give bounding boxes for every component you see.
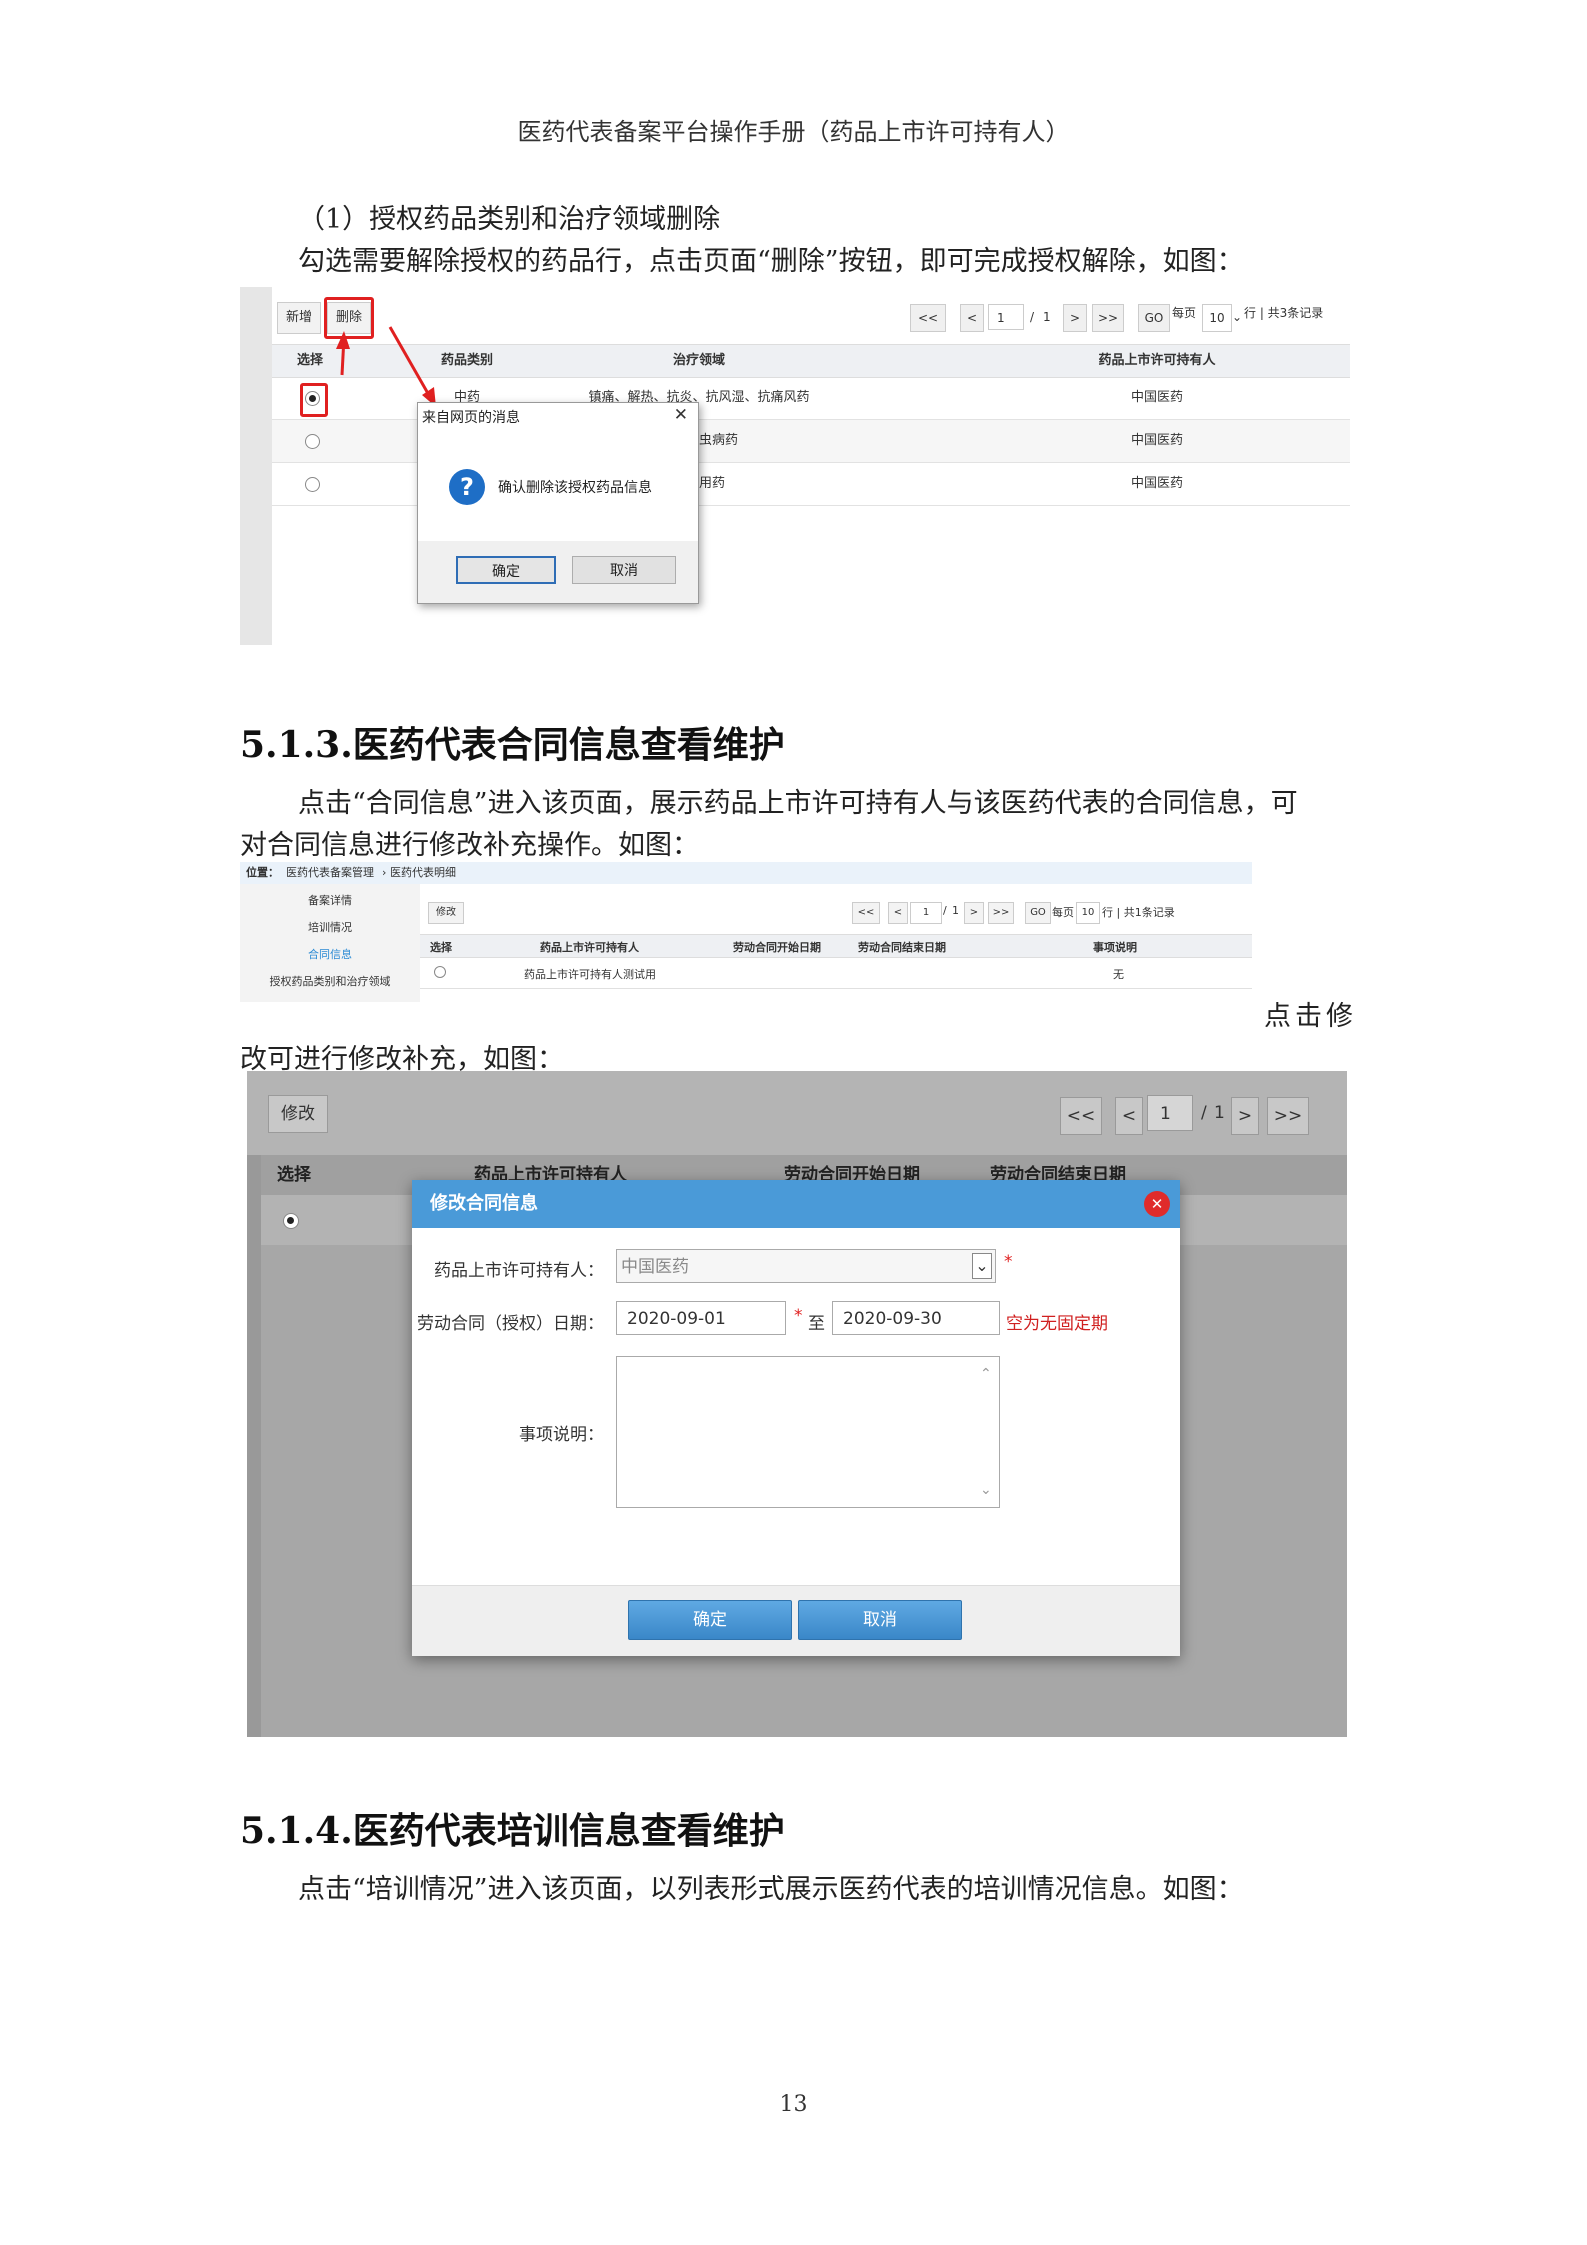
section-heading-513: 5.1.3.医药代表合同信息查看维护 <box>240 724 785 766</box>
next-page-button[interactable]: > <box>964 902 984 924</box>
col-end-date: 劳动合同结束日期 <box>858 941 946 954</box>
dialog-title: 来自网页的消息 <box>422 410 520 426</box>
close-icon[interactable]: ✕ <box>674 405 688 425</box>
page-number: 13 <box>779 2092 808 2117</box>
edit-button[interactable]: 修改 <box>428 902 464 924</box>
per-page-select[interactable]: 10 <box>1076 902 1100 924</box>
breadcrumb-separator: › <box>382 866 387 879</box>
record-summary: 行 | 共1条记录 <box>1102 906 1175 919</box>
last-page-button[interactable]: >> <box>988 902 1014 924</box>
dialog-title: 修改合同信息 <box>430 1193 538 1214</box>
row-radio[interactable] <box>434 966 446 978</box>
page-separator: / <box>943 904 947 917</box>
confirm-dialog: 来自网页的消息 ✕ ? 确认删除该授权药品信息 确定 取消 <box>417 402 699 604</box>
breadcrumb: 位置： 医药代表备案管理 › 医药代表明细 <box>240 862 1252 884</box>
sidebar-item-filing-details[interactable]: 备案详情 <box>240 892 420 908</box>
date-label: 劳动合同（授权）日期： <box>417 1314 604 1334</box>
page-number-input[interactable]: 1 <box>1147 1095 1193 1131</box>
section-513-intro-1: 点击“合同信息”进入该页面，展示药品上市许可持有人与该医药代表的合同信息，可 <box>298 788 1298 819</box>
per-page-label: 每页 <box>1052 906 1074 919</box>
col-select: 选择 <box>430 941 452 954</box>
dialog-footer: 确定 取消 <box>412 1585 1180 1656</box>
page-separator: / <box>1201 1103 1207 1123</box>
col-holder: 药品上市许可持有人 <box>540 941 639 954</box>
holder-label: 药品上市许可持有人： <box>434 1261 604 1281</box>
row-holder: 药品上市许可持有人测试用 <box>524 968 656 981</box>
go-button[interactable]: GO <box>1025 902 1051 924</box>
start-date-input[interactable]: 2020-09-01 <box>616 1301 786 1335</box>
to-label: 至 <box>808 1314 825 1334</box>
page-number-input[interactable]: 1 <box>910 902 942 924</box>
sidebar-item-training[interactable]: 培训情况 <box>240 919 420 935</box>
chevron-down-icon[interactable]: ⌄ <box>972 1253 992 1279</box>
sidebar-item-contract[interactable]: 合同信息 <box>240 946 420 962</box>
section-514-intro: 点击“培训情况”进入该页面，以列表形式展示医药代表的培训情况信息。如图： <box>298 1874 1244 1905</box>
arrow-down-line <box>388 326 432 398</box>
left-panel-edge <box>247 1155 261 1737</box>
no-fixed-term-hint: 空为无固定期 <box>1006 1314 1108 1334</box>
instruction-text: 勾选需要解除授权的药品行，点击页面“删除”按钮，即可完成授权解除，如图： <box>298 246 1244 277</box>
dialog-message: 确认删除该授权药品信息 <box>498 480 652 496</box>
dialog-footer: 确定 取消 <box>418 541 698 603</box>
next-page-button[interactable]: > <box>1231 1097 1259 1135</box>
end-date-input[interactable]: 2020-09-30 <box>832 1301 1000 1335</box>
ok-button[interactable]: 确定 <box>456 556 556 584</box>
arrow-up-head <box>336 331 350 349</box>
section-513-intro-2: 对合同信息进行修改补充操作。如图： <box>240 830 699 861</box>
page-header: 医药代表备案平台操作手册（药品上市许可持有人） <box>517 118 1070 146</box>
table-row[interactable]: 药品上市许可持有人测试用 无 <box>420 958 1252 989</box>
section-heading-514: 5.1.4.医药代表培训信息查看维护 <box>240 1810 785 1852</box>
total-pages: 1 <box>1214 1103 1225 1123</box>
prev-page-button[interactable]: < <box>1115 1097 1143 1135</box>
last-page-button[interactable]: >> <box>1267 1097 1309 1135</box>
required-mark: * <box>794 1306 803 1326</box>
question-icon: ? <box>449 469 485 505</box>
cancel-button[interactable]: 取消 <box>572 556 676 584</box>
section-513-after-1: 点击修 <box>1264 1001 1357 1032</box>
row-radio[interactable] <box>283 1213 299 1229</box>
prev-page-button[interactable]: < <box>888 902 908 924</box>
note-textarea[interactable] <box>616 1356 1000 1508</box>
note-label: 事项说明： <box>519 1425 604 1445</box>
table-header: 选择 药品上市许可持有人 劳动合同开始日期 劳动合同结束日期 事项说明 <box>420 934 1252 958</box>
subsection-title: （1）授权药品类别和治疗领域删除 <box>298 204 721 235</box>
sidebar-item-authorization[interactable]: 授权药品类别和治疗领域 <box>240 973 420 989</box>
col-start-date: 劳动合同开始日期 <box>733 941 821 954</box>
sidebar: 备案详情 培训情况 合同信息 授权药品类别和治疗领域 <box>240 884 420 1002</box>
col-select: 选择 <box>277 1165 311 1185</box>
dialog-titlebar: 修改合同信息 ✕ <box>412 1180 1180 1228</box>
ok-button[interactable]: 确定 <box>628 1600 792 1640</box>
edit-button[interactable]: 修改 <box>268 1095 328 1133</box>
scroll-down-icon[interactable]: ⌄ <box>980 1482 992 1498</box>
holder-select[interactable]: 中国医药 <box>616 1249 996 1283</box>
breadcrumb-path-1[interactable]: 医药代表备案管理 <box>286 862 374 884</box>
col-note: 事项说明 <box>1093 941 1137 954</box>
row-note: 无 <box>1113 968 1124 981</box>
first-page-button[interactable]: << <box>1060 1097 1102 1135</box>
close-icon[interactable]: ✕ <box>1144 1191 1170 1217</box>
scroll-up-icon[interactable]: ⌃ <box>980 1366 992 1382</box>
first-page-button[interactable]: << <box>852 902 880 924</box>
total-pages: 1 <box>952 904 959 917</box>
screenshot-delete-authorization: 新增 删除 << < 1 / 1 > >> GO 每页 10 ⌄ 行 | 共3条… <box>240 287 1350 645</box>
edit-contract-dialog: 修改合同信息 ✕ 药品上市许可持有人： 中国医药 ⌄ * 劳动合同（授权）日期：… <box>412 1180 1180 1656</box>
arrow-annotations <box>336 326 436 407</box>
cancel-button[interactable]: 取消 <box>798 1600 962 1640</box>
screenshot-edit-contract: 修改 << < 1 / 1 > >> 选择 药品上市许可持有人 劳动合同开始日期… <box>247 1071 1347 1737</box>
breadcrumb-path-2: 医药代表明细 <box>390 866 456 879</box>
screenshot-contract-list: 位置： 医药代表备案管理 › 医药代表明细 备案详情 培训情况 合同信息 授权药… <box>240 862 1252 1002</box>
required-mark: * <box>1004 1252 1013 1272</box>
breadcrumb-label: 位置： <box>246 866 279 879</box>
